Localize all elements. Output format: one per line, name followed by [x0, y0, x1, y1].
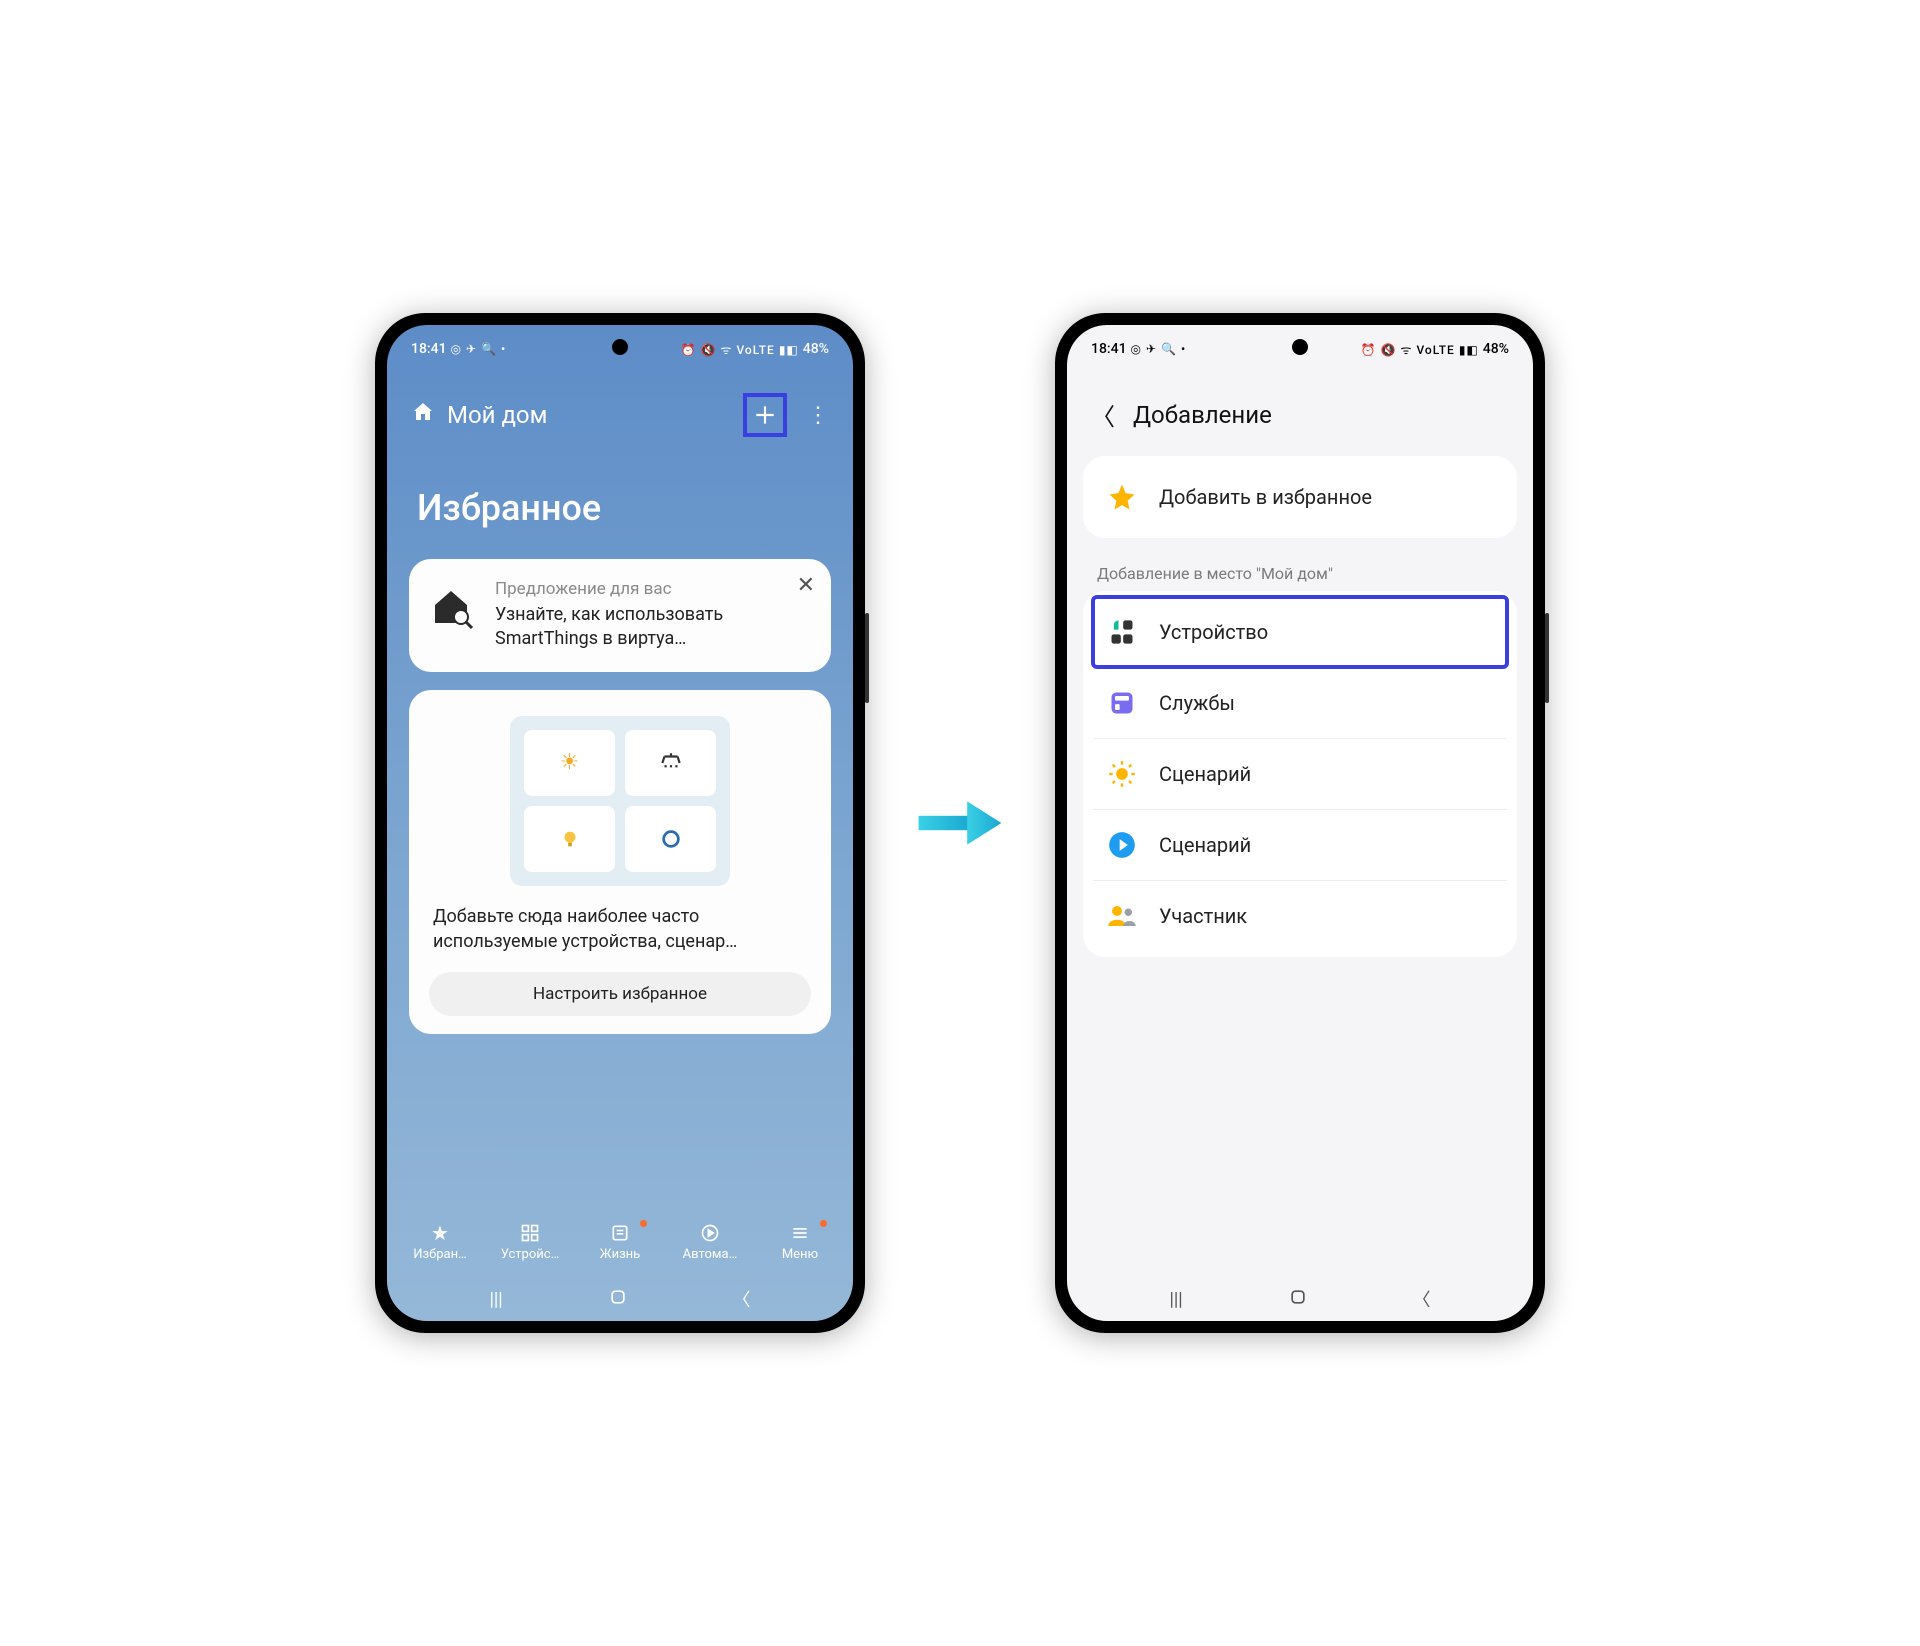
nav-menu-label: Меню [782, 1247, 818, 1262]
more-options-button[interactable]: ⋮ [807, 403, 829, 428]
nav-devices-label: Устройс… [501, 1247, 560, 1262]
system-nav-bar: ||| 〈 [387, 1277, 853, 1321]
device-grid-icon [1105, 615, 1139, 649]
home-label: Мой дом [447, 401, 547, 429]
favorites-title: Избранное [387, 457, 853, 559]
system-nav-bar: ||| 〈 [1067, 1277, 1533, 1321]
news-icon [610, 1222, 630, 1244]
row-scenario-sun[interactable]: Сценарий [1093, 738, 1507, 809]
row-device[interactable]: Устройство [1093, 597, 1507, 667]
close-icon[interactable]: ✕ [797, 573, 815, 598]
star-icon [1105, 480, 1139, 514]
status-left-icons: ◎ ✈ 🔍 • [451, 342, 507, 356]
home-selector[interactable]: Мой дом [411, 400, 547, 430]
sys-back-button[interactable]: 〈 [733, 1286, 751, 1312]
nav-automation[interactable]: Автома… [665, 1222, 755, 1262]
screen-smartthings-home: 18:41 ◎ ✈ 🔍 • ⏰ 🔇 ᯤ VoLTE ▮◧ 48% Мой дом… [387, 325, 853, 1321]
add-content: Добавить в избранное Добавление в место … [1067, 456, 1533, 1277]
phone-camera-hole [1292, 339, 1308, 355]
suggestion-text: Узнайте, как использовать SmartThings в … [495, 603, 811, 652]
back-button[interactable]: 〈 [1091, 397, 1115, 432]
nav-favorites-label: Избран… [413, 1247, 467, 1262]
menu-icon [790, 1222, 810, 1244]
sys-recents-button[interactable]: ||| [1169, 1289, 1182, 1310]
promo-tile-bulb [524, 806, 615, 872]
suggestion-home-search-icon [423, 579, 479, 635]
promo-tile-circle [625, 806, 716, 872]
services-icon [1105, 686, 1139, 720]
star-icon: ★ [431, 1222, 449, 1244]
members-icon [1105, 899, 1139, 933]
phone-side-button [865, 613, 869, 703]
row-scenario-play[interactable]: Сценарий [1093, 809, 1507, 880]
status-right-icons: ⏰ 🔇 ᯤ VoLTE ▮◧ [681, 341, 799, 358]
app-header: Мой дом ⋮ [387, 363, 853, 457]
nav-menu[interactable]: Меню [755, 1222, 845, 1262]
suggestion-label: Предложение для вас [495, 579, 811, 599]
nav-favorites[interactable]: ★ Избран… [395, 1222, 485, 1262]
row-scenario-play-label: Сценарий [1159, 833, 1251, 857]
grid-icon [520, 1222, 540, 1244]
suggestion-card[interactable]: Предложение для вас Узнайте, как использ… [409, 559, 831, 672]
bottom-nav: ★ Избран… Устройс… Жизнь Автом [387, 1203, 853, 1277]
sys-back-button[interactable]: 〈 [1413, 1286, 1431, 1312]
row-services-label: Службы [1159, 691, 1235, 715]
sun-icon [1105, 757, 1139, 791]
status-battery: 48% [1483, 341, 1509, 357]
nav-life-label: Жизнь [600, 1247, 640, 1262]
configure-favorites-button[interactable]: Настроить избранное [429, 972, 811, 1016]
row-add-favorite[interactable]: Добавить в избранное [1093, 462, 1507, 532]
row-scenario-sun-label: Сценарий [1159, 762, 1251, 786]
screen-add-menu: 18:41 ◎ ✈ 🔍 • ⏰ 🔇 ᯤ VoLTE ▮◧ 48% 〈 Добав… [1067, 325, 1533, 1321]
row-member-label: Участник [1159, 904, 1247, 928]
sys-home-button[interactable] [1288, 1287, 1308, 1312]
section-favorite: Добавить в избранное [1083, 456, 1517, 538]
phone-side-button [1545, 613, 1549, 703]
promo-card: ☀ Добавьте сюда наиболее часто используе… [409, 690, 831, 1034]
notification-dot-icon [640, 1220, 647, 1227]
home-content: Предложение для вас Узнайте, как использ… [387, 559, 853, 1203]
nav-automation-label: Автома… [683, 1247, 738, 1262]
status-battery: 48% [803, 341, 829, 357]
nav-devices[interactable]: Устройс… [485, 1222, 575, 1262]
page-title: Добавление [1133, 401, 1272, 429]
status-right-icons: ⏰ 🔇 ᯤ VoLTE ▮◧ [1361, 341, 1479, 358]
arrow-right-icon [915, 793, 1005, 853]
add-button[interactable] [743, 393, 787, 437]
phone-camera-hole [612, 339, 628, 355]
row-member[interactable]: Участник [1093, 880, 1507, 951]
home-icon [411, 400, 435, 430]
row-device-label: Устройство [1159, 620, 1268, 644]
row-services[interactable]: Службы [1093, 667, 1507, 738]
sys-recents-button[interactable]: ||| [489, 1289, 502, 1310]
status-time: 18:41 [411, 341, 447, 357]
phone-frame-right: 18:41 ◎ ✈ 🔍 • ⏰ 🔇 ᯤ VoLTE ▮◧ 48% 〈 Добав… [1055, 313, 1545, 1333]
notification-dot-icon [820, 1220, 827, 1227]
section-add-items: Устройство Службы Сценарий [1083, 591, 1517, 957]
promo-text: Добавьте сюда наиболее часто используемы… [429, 904, 811, 954]
status-left-icons: ◎ ✈ 🔍 • [1131, 342, 1187, 356]
promo-tile-light: ☀ [524, 730, 615, 796]
status-time: 18:41 [1091, 341, 1127, 357]
sys-home-button[interactable] [608, 1287, 628, 1312]
nav-life[interactable]: Жизнь [575, 1222, 665, 1262]
page-header: 〈 Добавление [1067, 363, 1533, 456]
promo-tile-shower [625, 730, 716, 796]
play-circle-icon [1105, 828, 1139, 862]
row-add-favorite-label: Добавить в избранное [1159, 485, 1372, 509]
section-label: Добавление в место "Мой дом" [1083, 548, 1517, 591]
phone-frame-left: 18:41 ◎ ✈ 🔍 • ⏰ 🔇 ᯤ VoLTE ▮◧ 48% Мой дом… [375, 313, 865, 1333]
play-circle-icon [700, 1222, 720, 1244]
promo-graphic: ☀ [510, 716, 730, 886]
